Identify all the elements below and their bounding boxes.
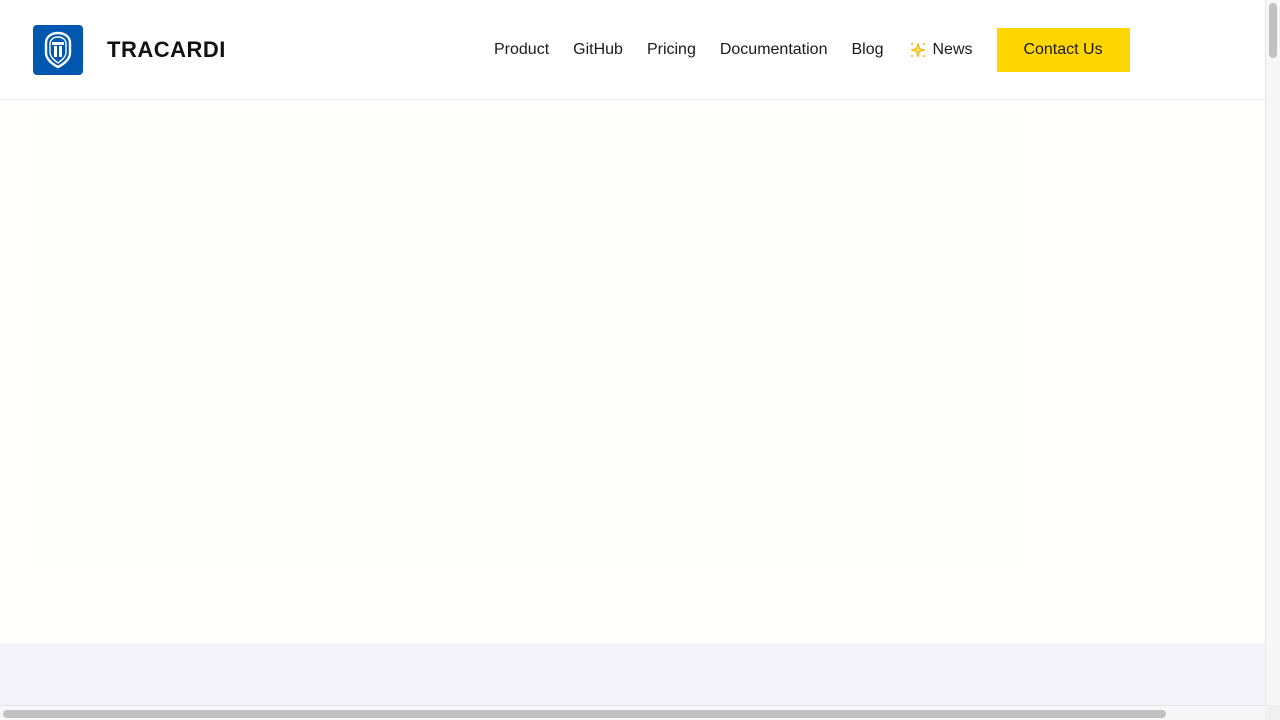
nav-news-label: News <box>932 41 973 58</box>
hero-section <box>0 101 1265 643</box>
brand-name[interactable]: TRACARDI <box>107 36 226 64</box>
nav-github[interactable]: GitHub <box>561 28 635 72</box>
section-band <box>0 643 1265 705</box>
vertical-scrollbar[interactable] <box>1265 0 1280 705</box>
contact-us-button[interactable]: Contact Us <box>996 28 1130 72</box>
page-viewport: TRACARDI Product GitHub Pricing Document… <box>0 0 1265 705</box>
tracardi-shield-logo-icon <box>44 31 72 69</box>
sparkle-star-icon <box>909 42 926 58</box>
horizontal-scrollbar[interactable] <box>0 705 1265 720</box>
nav-blog[interactable]: Blog <box>839 28 895 72</box>
nav-pricing[interactable]: Pricing <box>635 28 708 72</box>
scrollbar-corner <box>1265 705 1280 720</box>
horizontal-scrollbar-thumb[interactable] <box>3 710 1166 718</box>
nav-news[interactable]: News <box>896 28 985 72</box>
nav-product[interactable]: Product <box>482 28 561 72</box>
nav-documentation[interactable]: Documentation <box>708 28 840 72</box>
site-header: TRACARDI Product GitHub Pricing Document… <box>0 0 1265 100</box>
vertical-scrollbar-thumb[interactable] <box>1269 3 1277 58</box>
main-nav: Product GitHub Pricing Documentation Blo… <box>482 28 1130 72</box>
logo[interactable] <box>33 25 83 75</box>
hero-content-placeholder <box>33 111 1023 571</box>
